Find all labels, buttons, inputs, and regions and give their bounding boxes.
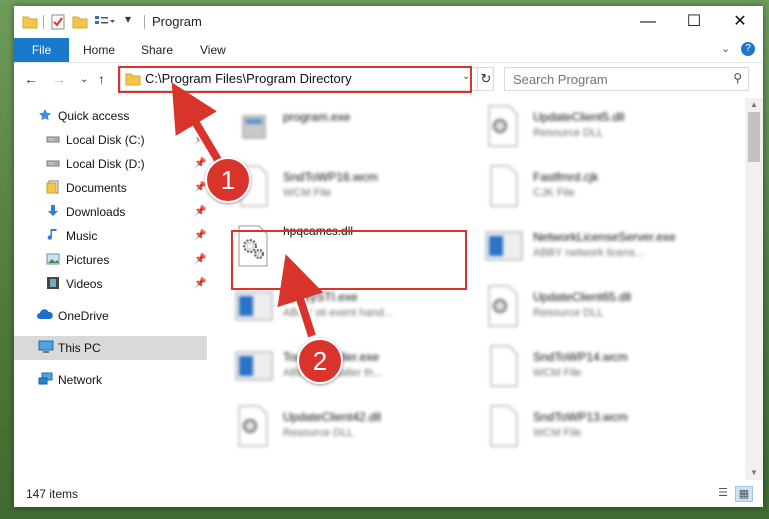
arrow-1 (171, 82, 222, 163)
step-badge-1: 1 (205, 157, 251, 203)
step-badge-2: 2 (297, 338, 343, 384)
annotation-arrows (171, 82, 324, 342)
